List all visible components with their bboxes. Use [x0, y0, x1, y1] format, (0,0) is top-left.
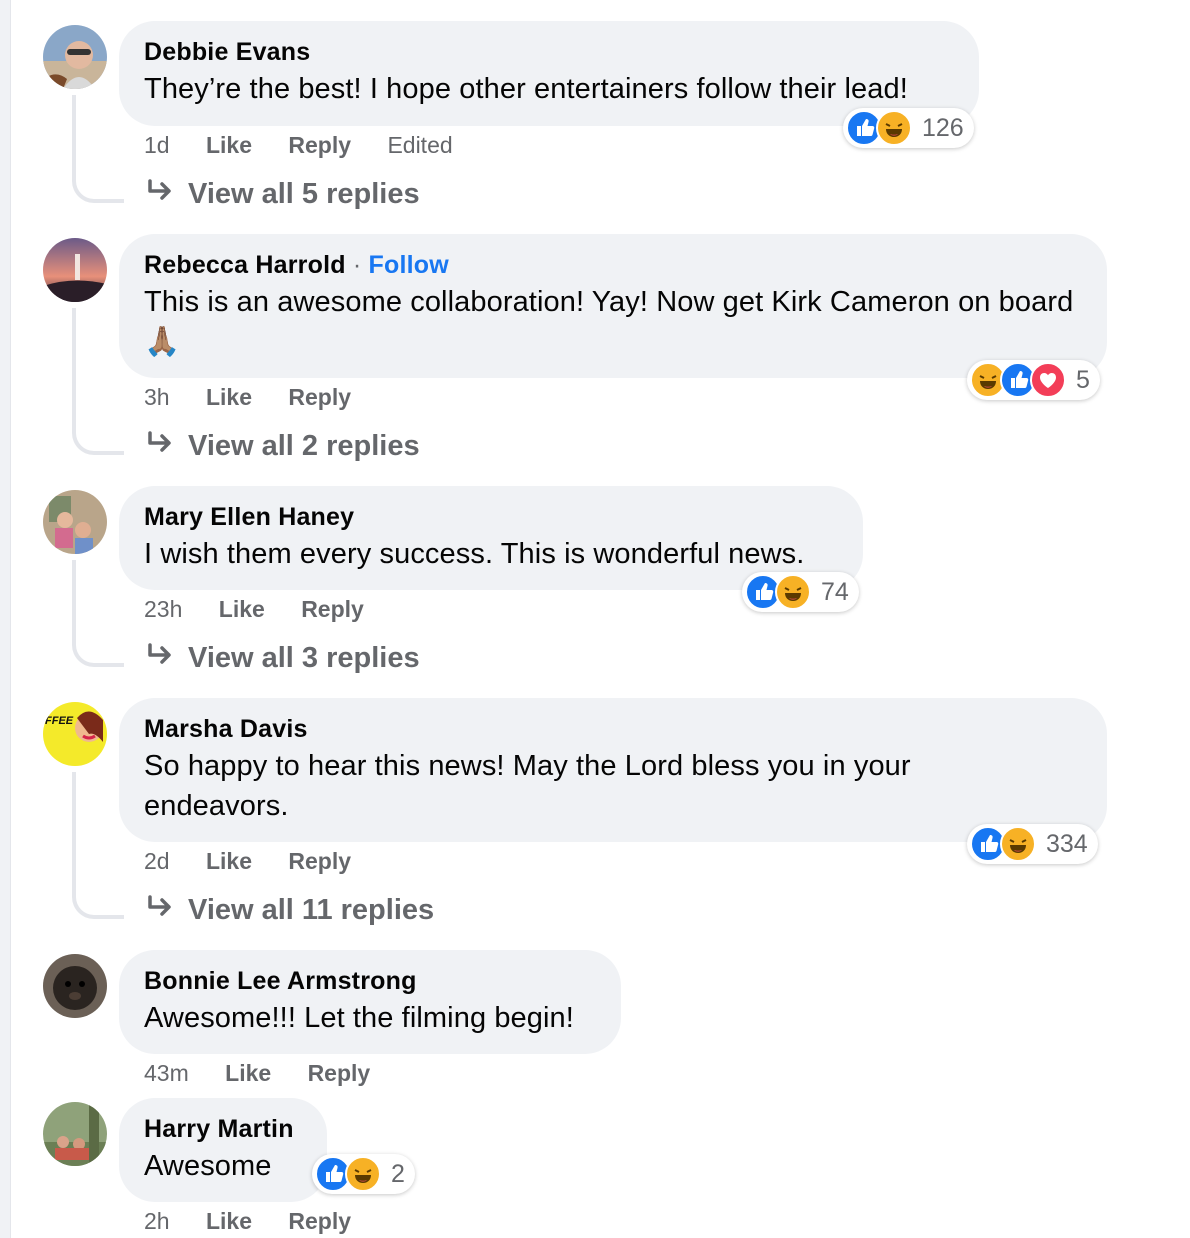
avatar[interactable]	[43, 954, 107, 1018]
avatar-photo	[43, 25, 107, 89]
comment-meta: 2d Like Reply	[144, 846, 381, 876]
comment-text: Awesome!!! Let the filming begin!	[144, 1002, 574, 1034]
love-reaction-icon	[1030, 362, 1066, 398]
like-button[interactable]: Like	[219, 596, 265, 622]
reaction-summary[interactable]: 2	[312, 1154, 415, 1194]
comment-bubble: Debbie Evans They’re the best! I hope ot…	[119, 21, 979, 126]
reaction-count: 2	[391, 1159, 405, 1188]
comment-bubble: Harry Martin Awesome	[119, 1098, 327, 1202]
view-replies-label: View all 5 replies	[188, 178, 420, 210]
view-replies-link[interactable]: View all 5 replies	[146, 176, 420, 212]
thread-line	[72, 95, 124, 203]
comment-time[interactable]: 3h	[144, 384, 170, 410]
comment-time[interactable]: 43m	[144, 1060, 189, 1086]
view-replies-label: View all 2 replies	[188, 430, 420, 462]
reaction-summary[interactable]: 126	[843, 108, 974, 148]
like-button[interactable]: Like	[225, 1060, 271, 1086]
separator: ·	[352, 251, 362, 279]
view-replies-label: View all 3 replies	[188, 642, 420, 674]
left-gutter	[0, 0, 11, 1238]
comment-author[interactable]: Marsha Davis	[144, 712, 1082, 746]
avatar[interactable]	[43, 490, 107, 554]
reaction-summary[interactable]: 74	[742, 572, 859, 612]
reply-button[interactable]: Reply	[288, 1208, 351, 1234]
thread-line	[72, 560, 124, 667]
follow-button[interactable]: Follow	[369, 251, 449, 279]
edited-label: Edited	[387, 132, 453, 158]
reply-arrow-icon	[148, 179, 171, 200]
comment-bubble: Marsha Davis So happy to hear this news!…	[119, 698, 1107, 842]
reply-arrow-icon	[148, 643, 171, 664]
haha-reaction-icon	[345, 1156, 381, 1192]
avatar-photo	[43, 238, 107, 302]
reaction-count: 74	[821, 577, 849, 606]
comment-meta: 23h Like Reply	[144, 594, 394, 624]
reaction-summary[interactable]: 5	[967, 360, 1100, 400]
avatar-photo	[43, 954, 107, 1018]
comment-author-row: Rebecca Harrold · Follow	[144, 248, 1082, 282]
comment-text: Awesome	[144, 1150, 272, 1182]
reaction-count: 126	[922, 113, 964, 142]
comment-author[interactable]: Mary Ellen Haney	[144, 500, 838, 534]
avatar[interactable]	[43, 1102, 107, 1166]
reaction-summary[interactable]: 334	[967, 824, 1098, 864]
reply-button[interactable]: Reply	[308, 1060, 371, 1086]
comment-meta: 43m Like Reply	[144, 1058, 400, 1088]
avatar[interactable]: FFEE	[43, 702, 107, 766]
reply-button[interactable]: Reply	[288, 848, 351, 874]
reply-button[interactable]: Reply	[288, 384, 351, 410]
reply-arrow-icon	[148, 431, 171, 452]
like-button[interactable]: Like	[206, 848, 252, 874]
comment-text: This is an awesome collaboration! Yay! N…	[144, 286, 1074, 358]
like-button[interactable]: Like	[206, 384, 252, 410]
avatar-photo: FFEE	[43, 702, 107, 766]
comment-bubble: Bonnie Lee Armstrong Awesome!!! Let the …	[119, 950, 621, 1054]
comment-time[interactable]: 2d	[144, 848, 170, 874]
comment-time[interactable]: 23h	[144, 596, 182, 622]
reply-button[interactable]: Reply	[288, 132, 351, 158]
view-replies-label: View all 11 replies	[188, 894, 435, 926]
like-button[interactable]: Like	[206, 1208, 252, 1234]
avatar-badge-text: FFEE	[45, 715, 74, 727]
comment-text: They’re the best! I hope other entertain…	[144, 73, 908, 105]
avatar-photo	[43, 1102, 107, 1166]
reply-button[interactable]: Reply	[301, 596, 364, 622]
comment-author[interactable]: Debbie Evans	[144, 35, 954, 69]
comment-author[interactable]: Bonnie Lee Armstrong	[144, 964, 596, 998]
avatar[interactable]	[43, 25, 107, 89]
comment-text: I wish them every success. This is wonde…	[144, 538, 805, 570]
view-replies-link[interactable]: View all 11 replies	[146, 892, 434, 928]
reaction-count: 5	[1076, 365, 1090, 394]
avatar-photo	[43, 490, 107, 554]
comment-text: So happy to hear this news! May the Lord…	[144, 750, 911, 822]
comment-meta: 1d Like Reply Edited	[144, 130, 483, 160]
haha-reaction-icon	[876, 110, 912, 146]
comment-author[interactable]: Rebecca Harrold	[144, 251, 346, 279]
reaction-count: 334	[1046, 829, 1088, 858]
comment-meta: 2h Like Reply	[144, 1206, 381, 1236]
comment-time[interactable]: 1d	[144, 132, 170, 158]
comment-time[interactable]: 2h	[144, 1208, 170, 1234]
haha-reaction-icon	[1000, 826, 1036, 862]
comment-meta: 3h Like Reply	[144, 382, 381, 412]
comment-bubble: Rebecca Harrold · Follow This is an awes…	[119, 234, 1107, 378]
thread-line	[72, 308, 124, 455]
reply-arrow-icon	[148, 895, 171, 916]
like-button[interactable]: Like	[206, 132, 252, 158]
haha-reaction-icon	[775, 574, 811, 610]
view-replies-link[interactable]: View all 3 replies	[146, 640, 420, 676]
avatar[interactable]	[43, 238, 107, 302]
thread-line	[72, 772, 124, 919]
view-replies-link[interactable]: View all 2 replies	[146, 428, 420, 464]
comment-author[interactable]: Harry Martin	[144, 1112, 302, 1146]
